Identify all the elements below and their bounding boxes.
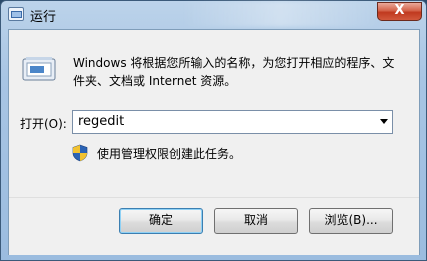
close-button[interactable]: X <box>377 2 422 21</box>
dialog-client-area: Windows 将根据您所输入的名称，为您打开相应的程序、文件夹、文档或 Int… <box>8 29 420 255</box>
ok-button[interactable]: 确定 <box>119 208 203 234</box>
run-program-icon <box>22 57 56 81</box>
uac-shield-icon <box>72 144 88 162</box>
open-label: 打开(O): <box>20 117 67 131</box>
run-icon <box>8 7 24 21</box>
cancel-button[interactable]: 取消 <box>214 208 298 234</box>
title-bar[interactable]: 运行 X <box>1 1 427 29</box>
run-dialog-window: 运行 X Windows 将根据您所输入的名称，为您打开相应的程序、文件夹、文档… <box>0 0 427 261</box>
window-title: 运行 <box>30 10 57 25</box>
browse-button[interactable]: 浏览(B)... <box>309 208 393 234</box>
open-input[interactable]: regedit <box>78 114 124 129</box>
open-combobox[interactable]: regedit <box>72 110 393 134</box>
admin-notice: 使用管理权限创建此任务。 <box>97 147 242 161</box>
dialog-description: Windows 将根据您所输入的名称，为您打开相应的程序、文件夹、文档或 Int… <box>73 56 395 88</box>
chevron-down-icon[interactable] <box>380 119 388 124</box>
